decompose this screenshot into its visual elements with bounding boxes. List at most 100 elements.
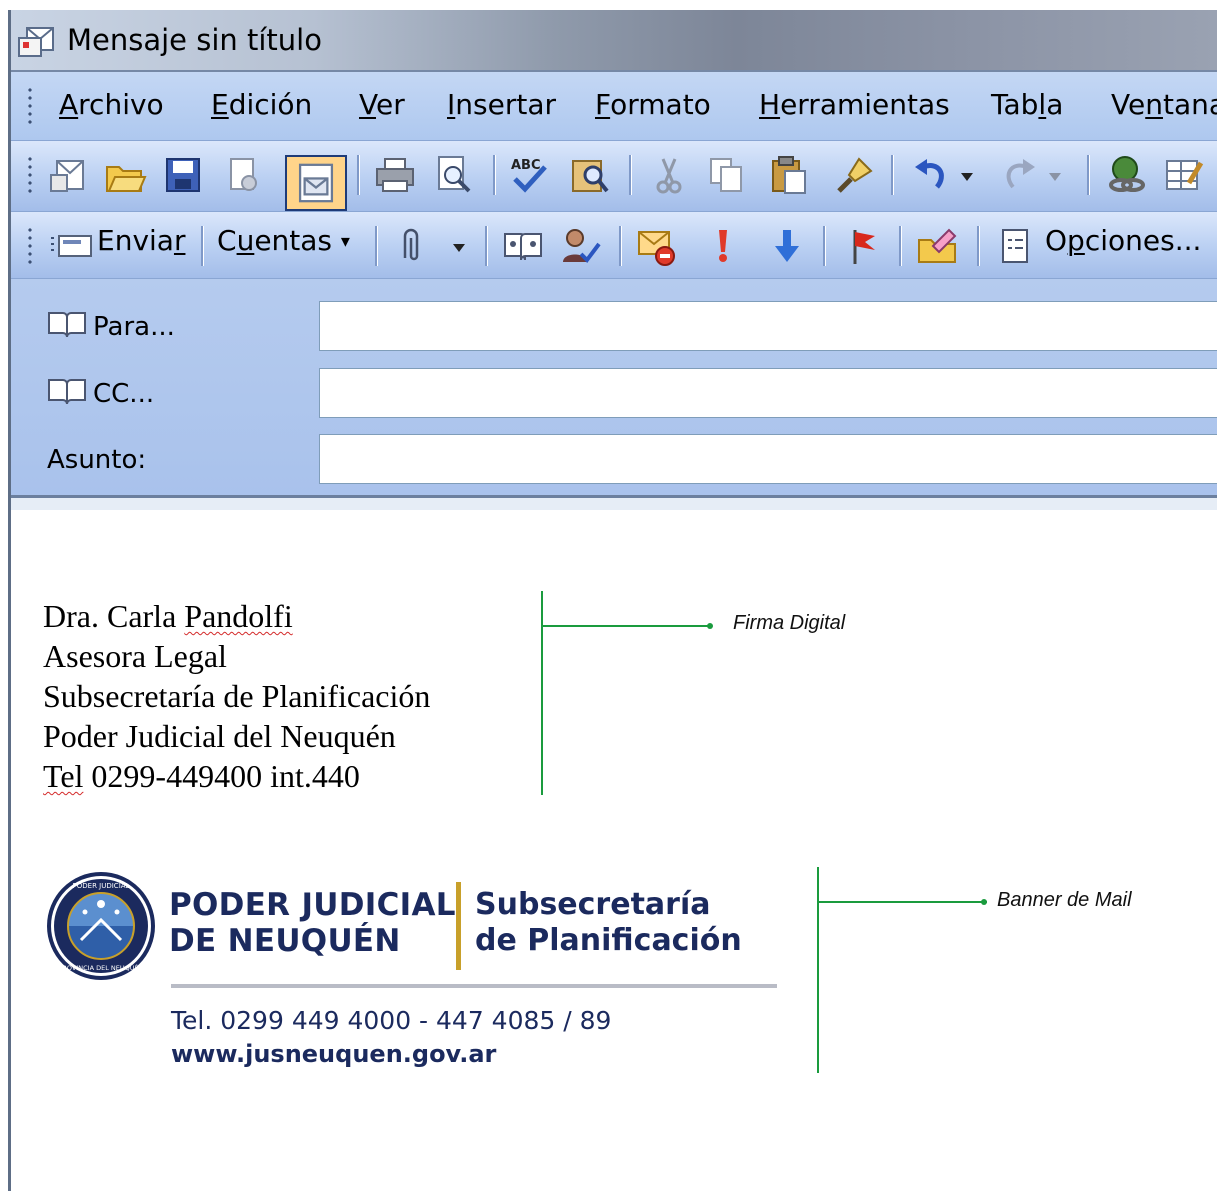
banner-org-name: PODER JUDICIAL DE NEUQUÉN [169,887,456,959]
signature-name: Dra. Carla Pandolfi [43,598,293,634]
menu-herramientas[interactable]: Herramientas [759,88,950,121]
hyperlink-icon[interactable] [1105,153,1149,197]
signature-block: Dra. Carla Pandolfi Asesora Legal Subsec… [43,596,430,796]
message-body[interactable]: Dra. Carla Pandolfi Asesora Legal Subsec… [11,498,1217,1191]
to-label: Para... [93,312,175,342]
send-label[interactable]: Enviar [97,224,185,257]
court-seal-logo: PODER JUDICIAL PROVINCIA DEL NEUQUÉN [45,870,157,982]
svg-text:PODER JUDICIAL: PODER JUDICIAL [73,882,130,890]
title-bar[interactable]: Mensaje sin título [11,10,1217,72]
menubar-grip[interactable] [27,86,33,126]
subject-field[interactable] [319,434,1217,484]
signature-leader-line [541,625,709,627]
permission-icon[interactable] [221,153,265,197]
mail-message-icon[interactable] [285,155,347,211]
banner-unit-name: Subsecretaría de Planificación [475,887,742,959]
toolbar-separator [375,226,378,266]
toolbar-separator [629,155,632,195]
undo-dropdown-icon[interactable] [955,153,979,197]
address-book-icon [47,309,87,346]
attach-icon[interactable] [393,224,427,268]
to-button[interactable]: Para... [47,309,175,346]
address-book-icon[interactable] [501,224,545,268]
email-toolbar: Enviar Cuentas ▾ Opciones... [11,212,1217,279]
message-flag-icon[interactable] [635,224,679,268]
permission-folder-icon[interactable] [915,224,959,268]
accounts-button[interactable]: Cuentas ▾ [217,224,350,257]
svg-text:PROVINCIA DEL NEUQUÉN: PROVINCIA DEL NEUQUÉN [58,963,143,972]
body-top-strip [11,498,1217,510]
low-importance-icon[interactable] [765,224,809,268]
paste-icon[interactable] [767,153,811,197]
options-button[interactable]: Opciones... [1045,224,1201,257]
new-icon[interactable] [47,153,91,197]
subject-label: Asunto: [47,445,147,475]
banner-annotation-label: Banner de Mail [997,889,1132,911]
save-icon[interactable] [161,153,205,197]
menu-tabla[interactable]: Tabla [991,88,1063,121]
table-icon[interactable] [1161,153,1205,197]
research-icon[interactable] [567,153,611,197]
signature-line: Asesora Legal [43,638,227,674]
banner-website[interactable]: www.jusneuquen.gov.ar [171,1040,496,1068]
undo-icon[interactable] [909,153,953,197]
menu-insertar[interactable]: Insertar [447,88,556,121]
open-folder-icon[interactable] [103,153,147,197]
cc-button[interactable]: CC... [47,376,154,413]
banner-gold-divider [456,882,461,970]
banner-leader-line [817,901,987,903]
toolbar-grip[interactable] [27,226,33,268]
to-field[interactable] [319,301,1217,351]
toolbar-separator [201,226,204,266]
print-icon[interactable] [373,153,417,197]
banner-phone: Tel. 0299 449 4000 - 447 4085 / 89 [171,1006,612,1035]
toolbar-separator [823,226,826,266]
banner-org-line: PODER JUDICIAL [169,887,456,923]
menu-formato[interactable]: Formato [595,88,711,121]
banner-unit-line: de Planificación [475,923,742,958]
banner-leader-dot [981,899,987,905]
toolbar-separator [493,155,496,195]
format-painter-icon[interactable] [833,153,877,197]
address-book-icon [47,376,87,413]
cc-label: CC... [93,379,155,409]
window-title: Mensaje sin título [67,23,322,57]
signature-annotation-label: Firma Digital [733,612,846,634]
cut-icon[interactable] [647,153,691,197]
toolbar-separator [1087,155,1090,195]
message-header: Para... CC... Asunto: [11,279,1217,498]
toolbar-grip[interactable] [27,155,33,197]
cc-field[interactable] [319,368,1217,418]
envelope-app-icon [17,24,57,58]
menu-bar: Archivo Edición Ver Insertar Formato Her… [11,72,1217,141]
standard-toolbar: ABC [11,141,1217,212]
banner-unit-line: Subsecretaría [475,887,711,922]
signature-bracket-line [541,591,543,795]
send-button[interactable] [45,224,97,268]
toolbar-separator [357,155,360,195]
check-names-icon[interactable] [559,224,603,268]
signature-line: Poder Judicial del Neuquén [43,718,396,754]
toolbar-separator [977,226,980,266]
menu-edicion[interactable]: Edición [211,88,312,121]
toolbar-separator [619,226,622,266]
attach-dropdown-icon[interactable] [447,224,471,268]
banner-rule [171,984,777,988]
toolbar-separator [891,155,894,195]
high-importance-icon[interactable] [701,224,745,268]
redo-dropdown-icon[interactable] [1043,153,1067,197]
signature-line: Subsecretaría de Planificación [43,678,431,714]
compose-window: Mensaje sin título Archivo Edición Ver I… [8,10,1217,1191]
toolbar-separator [485,226,488,266]
print-preview-icon[interactable] [431,153,475,197]
options-icon[interactable] [997,224,1033,268]
redo-icon[interactable] [997,153,1041,197]
copy-icon[interactable] [705,153,749,197]
spelling-icon[interactable]: ABC [507,153,551,197]
signature-leader-dot [707,623,713,629]
menu-ver[interactable]: Ver [359,88,405,121]
follow-up-flag-icon[interactable] [841,224,885,268]
menu-ventana[interactable]: Ventana [1111,88,1217,121]
menu-archivo[interactable]: Archivo [59,88,164,121]
signature-phone: Tel 0299-449400 int.440 [43,758,360,794]
